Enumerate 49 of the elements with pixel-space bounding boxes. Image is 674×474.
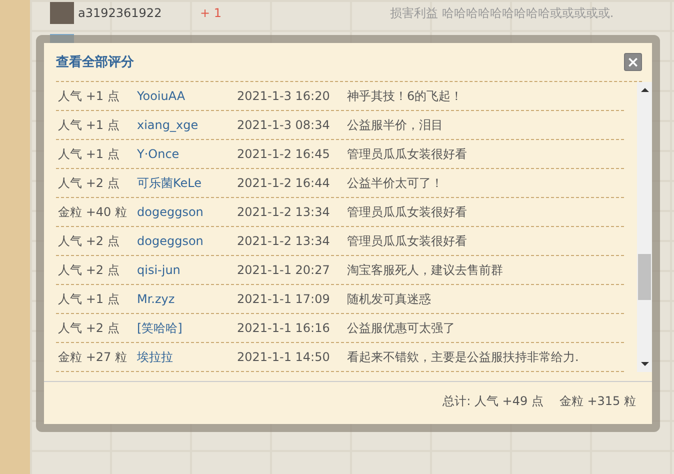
rating-reason: 淘宝客服死人，建议去售前群 (347, 262, 504, 278)
total-coins: 金粒 +315 粒 (559, 392, 636, 410)
user-link[interactable]: 埃拉拉 (137, 348, 237, 366)
rating-amount: 人气 +1 点 (58, 116, 120, 134)
rating-time: 2021-1-2 13:34 (237, 205, 331, 219)
user-link[interactable]: Mr.zyz (137, 292, 237, 306)
rating-time: 2021-1-1 20:27 (237, 263, 331, 277)
user-link[interactable]: dogeggson (137, 234, 237, 248)
rating-time: 2021-1-2 13:34 (237, 234, 331, 248)
rating-time: 2021-1-1 14:50 (237, 350, 331, 364)
scrollbar[interactable] (637, 82, 652, 372)
rating-reason: 神乎其技！6的飞起！ (347, 88, 464, 104)
rating-time: 2021-1-2 16:44 (237, 176, 331, 190)
rating-reason: 管理员瓜瓜女装很好看 (347, 204, 468, 220)
rating-reason: 管理员瓜瓜女装很好看 (347, 232, 468, 250)
rating-amount: 人气 +2 点 (58, 262, 120, 278)
rating-time: 2021-1-3 16:20 (237, 89, 331, 103)
rating-reason: 公益服半价，泪目 (347, 116, 444, 134)
rating-reason: 公益半价太可了！ (347, 174, 444, 192)
rating-amount: 金粒 +27 粒 (58, 348, 128, 366)
rating-time: 2021-1-3 08:34 (237, 118, 331, 132)
rating-amount: 人气 +1 点 (58, 88, 120, 104)
user-link[interactable]: xiang_xge (137, 118, 237, 132)
rating-reason: 公益服优惠可太强了 (347, 320, 456, 336)
total-popularity: 总计: 人气 +49 点 (442, 392, 544, 410)
rating-amount: 人气 +2 点 (58, 232, 120, 250)
rating-time: 2021-1-2 16:45 (237, 147, 331, 161)
rating-time: 2021-1-1 17:09 (237, 292, 331, 306)
rating-time: 2021-1-1 16:16 (237, 321, 331, 335)
user-link[interactable]: YooiuAA (137, 89, 237, 103)
rating-reason: 管理员瓜瓜女装很好看 (347, 146, 468, 162)
username: a3192361922 (78, 6, 163, 20)
rating-comment: 损害利益 哈哈哈哈哈哈哈哈哈或或或或或. (390, 4, 614, 22)
dialog-title: 查看全部评分 (56, 54, 134, 71)
rating-amount: 金粒 +40 粒 (58, 204, 128, 220)
rating-amount: 人气 +1 点 (58, 290, 120, 308)
user-link[interactable]: qisi-jun (137, 263, 237, 277)
user-link[interactable]: [笑哈哈] (137, 320, 237, 336)
rating-amount: 人气 +1 点 (58, 146, 120, 162)
rating-reason: 随机发可真迷惑 (347, 290, 432, 308)
rating-amount: 人气 +2 点 (58, 320, 120, 336)
rating-amount: 人气 +2 点 (58, 174, 120, 192)
user-avatar (50, 2, 74, 24)
close-button[interactable]: × (624, 53, 642, 71)
user-link[interactable]: 可乐菌KeLe (137, 174, 237, 192)
user-link[interactable]: Y·Once (137, 147, 237, 161)
rating-score: + 1 (200, 6, 223, 20)
user-link[interactable]: dogeggson (137, 205, 237, 219)
rating-reason: 看起来不错欸，主要是公益服扶持非常给力. (347, 348, 580, 366)
